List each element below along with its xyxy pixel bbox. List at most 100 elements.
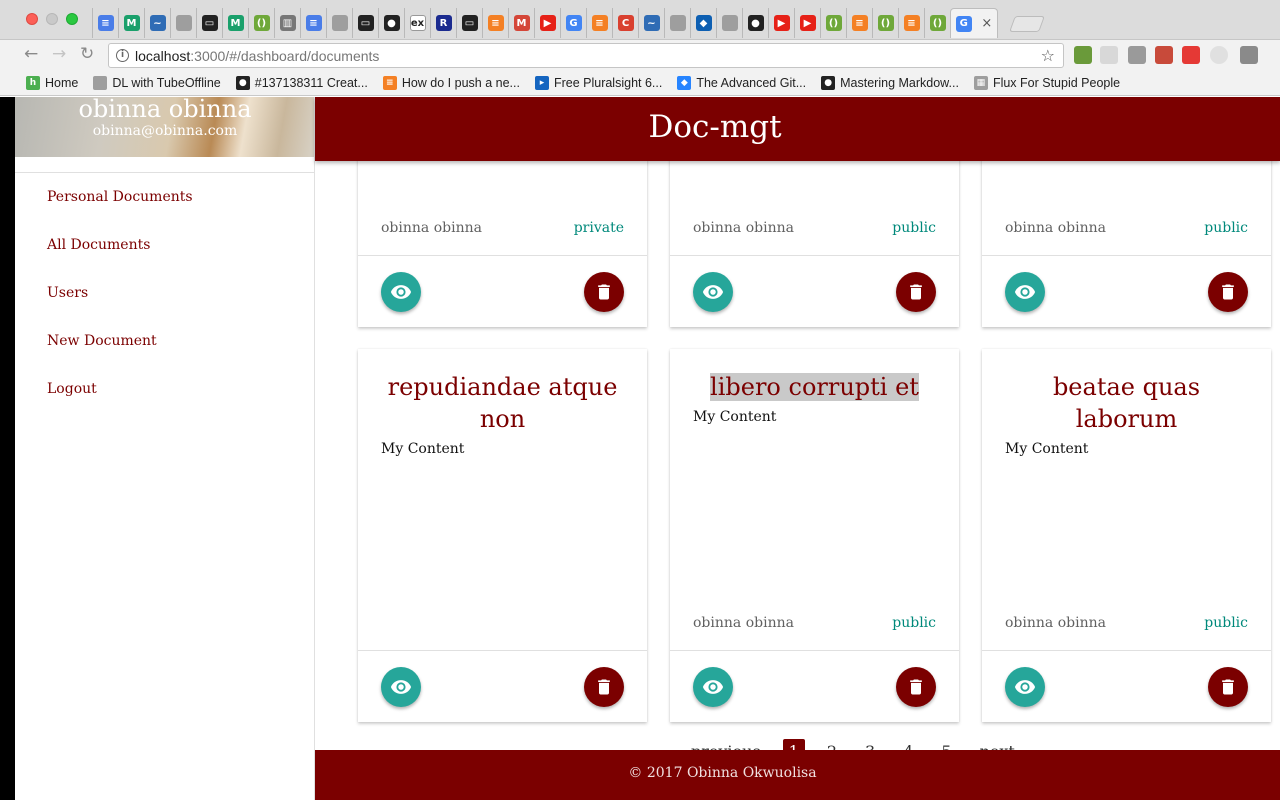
sidebar-item-new-document[interactable]: New Document <box>15 329 314 377</box>
view-document-button[interactable] <box>381 272 421 312</box>
bookmark-star-icon[interactable]: ☆ <box>1041 46 1055 65</box>
pagination-page[interactable]: 2 <box>821 739 843 750</box>
browser-tab[interactable]: () <box>872 8 898 38</box>
bookmark-item[interactable]: ▦ Flux For Stupid People <box>973 76 1120 90</box>
site-info-icon[interactable]: i <box>116 49 129 62</box>
browser-tab[interactable]: ≡ <box>586 8 612 38</box>
card-meta: obinna obinna public <box>693 220 936 236</box>
youtube-icon: ▶ <box>773 15 790 31</box>
delete-document-button[interactable] <box>896 272 936 312</box>
bookmark-item[interactable]: ≡ How do I push a ne... <box>382 76 520 90</box>
extension-red-icon[interactable] <box>1155 46 1173 64</box>
browser-tab[interactable]: ● <box>378 8 404 38</box>
browser-tab[interactable]: ▭ <box>456 8 482 38</box>
close-tab-icon[interactable]: × <box>981 16 992 31</box>
browser-tab[interactable]: M <box>222 8 248 38</box>
browser-tab[interactable] <box>170 8 196 38</box>
browser-tab[interactable]: C <box>612 8 638 38</box>
window-minimize-button[interactable] <box>46 13 58 25</box>
window-zoom-button[interactable] <box>66 13 78 25</box>
bookmark-item[interactable]: ▸ Free Pluralsight 6... <box>534 76 662 90</box>
view-document-button[interactable] <box>381 667 421 707</box>
pagination-page[interactable]: 1 <box>782 739 805 750</box>
browser-tab[interactable]: ~ <box>638 8 664 38</box>
bookmark-item[interactable]: ● Mastering Markdow... <box>821 76 959 90</box>
browser-tab[interactable] <box>716 8 742 38</box>
browser-tab[interactable]: ▥ <box>274 8 300 38</box>
browser-tab-active[interactable]: G × <box>950 8 998 38</box>
trash-icon <box>594 677 614 697</box>
view-document-button[interactable] <box>693 667 733 707</box>
view-document-button[interactable] <box>1005 667 1045 707</box>
page-icon <box>331 15 348 31</box>
card-access: public <box>892 220 936 236</box>
extension-gear-icon[interactable] <box>1240 46 1258 64</box>
forward-arrow-icon[interactable]: → <box>52 44 66 64</box>
document-card: libero corrupti et My Content obinna obi… <box>670 349 959 722</box>
browser-tab[interactable]: () <box>820 8 846 38</box>
browser-tab[interactable]: ▭ <box>352 8 378 38</box>
browser-tab[interactable]: ~ <box>144 8 170 38</box>
pagination-next[interactable]: next <box>974 739 1021 750</box>
new-tab-button[interactable] <box>1009 16 1045 32</box>
browser-tab[interactable]: ▶ <box>534 8 560 38</box>
browser-tab[interactable]: () <box>248 8 274 38</box>
browser-tab[interactable] <box>664 8 690 38</box>
browser-tab[interactable]: ex <box>404 8 430 38</box>
bookmark-item[interactable]: ◆ The Advanced Git... <box>677 76 806 90</box>
url-text[interactable]: localhost:3000/#/dashboard/documents <box>135 48 379 64</box>
view-document-button[interactable] <box>1005 272 1045 312</box>
pagination-page[interactable]: 3 <box>859 739 881 750</box>
extension-new-icon[interactable] <box>1182 46 1200 64</box>
pagination-page[interactable]: 5 <box>935 739 957 750</box>
pagination-page[interactable]: 4 <box>897 739 919 750</box>
browser-tab[interactable]: ▭ <box>196 8 222 38</box>
back-arrow-icon[interactable]: ← <box>24 44 38 64</box>
bookmark-item[interactable]: h Home <box>26 76 78 90</box>
left-edge <box>0 97 15 800</box>
browser-tab[interactable]: M <box>118 8 144 38</box>
eye-icon <box>702 281 724 303</box>
pagination-previous[interactable]: previous <box>685 739 767 750</box>
delete-document-button[interactable] <box>1208 667 1248 707</box>
documents-grid: obinna obinna private obinna obinna publ… <box>315 161 1280 750</box>
delete-document-button[interactable] <box>896 667 936 707</box>
browser-tab[interactable] <box>326 8 352 38</box>
browser-tab[interactable]: ● <box>742 8 768 38</box>
card-title[interactable]: repudiandae atque non <box>358 371 647 435</box>
delete-document-button[interactable] <box>1208 272 1248 312</box>
url-path: :3000/#/dashboard/documents <box>190 48 380 64</box>
extension-bug-icon[interactable] <box>1128 46 1146 64</box>
app-brand[interactable]: Doc-mgt <box>315 109 1115 145</box>
browser-tab[interactable]: ≡ <box>300 8 326 38</box>
window-close-button[interactable] <box>26 13 38 25</box>
sidebar-item-users[interactable]: Users <box>15 281 314 329</box>
browser-tab[interactable]: ≡ <box>482 8 508 38</box>
browser-tab[interactable]: R <box>430 8 456 38</box>
browser-tab[interactable]: ≡ <box>92 8 118 38</box>
browser-tab[interactable]: M <box>508 8 534 38</box>
delete-document-button[interactable] <box>584 667 624 707</box>
browser-tab[interactable]: ◆ <box>690 8 716 38</box>
extension-feather-icon[interactable] <box>1100 46 1118 64</box>
sidebar-item-logout[interactable]: Logout <box>15 377 314 425</box>
bookmark-item[interactable]: ● #137138311 Creat... <box>235 76 368 90</box>
bookmark-item[interactable]: DL with TubeOffline <box>93 76 221 90</box>
card-title[interactable]: libero corrupti et <box>670 371 959 403</box>
delete-document-button[interactable] <box>584 272 624 312</box>
extension-circle-icon[interactable] <box>1210 46 1228 64</box>
sidebar-item-personal-documents[interactable]: Personal Documents <box>15 185 314 233</box>
reload-icon[interactable]: ↻ <box>80 44 94 64</box>
browser-tab[interactable]: G <box>560 8 586 38</box>
browser-tab[interactable]: ▶ <box>768 8 794 38</box>
sidebar-item-all-documents[interactable]: All Documents <box>15 233 314 281</box>
card-title[interactable]: beatae quas laborum <box>982 371 1271 435</box>
browser-tab[interactable]: ≡ <box>846 8 872 38</box>
view-document-button[interactable] <box>693 272 733 312</box>
bookmark-label: The Advanced Git... <box>696 76 807 90</box>
browser-tab[interactable]: ▶ <box>794 8 820 38</box>
extension-download-icon[interactable] <box>1074 46 1092 64</box>
browser-tab[interactable]: ≡ <box>898 8 924 38</box>
address-bar[interactable]: i localhost:3000/#/dashboard/documents ☆ <box>108 43 1064 68</box>
browser-tab[interactable]: () <box>924 8 950 38</box>
